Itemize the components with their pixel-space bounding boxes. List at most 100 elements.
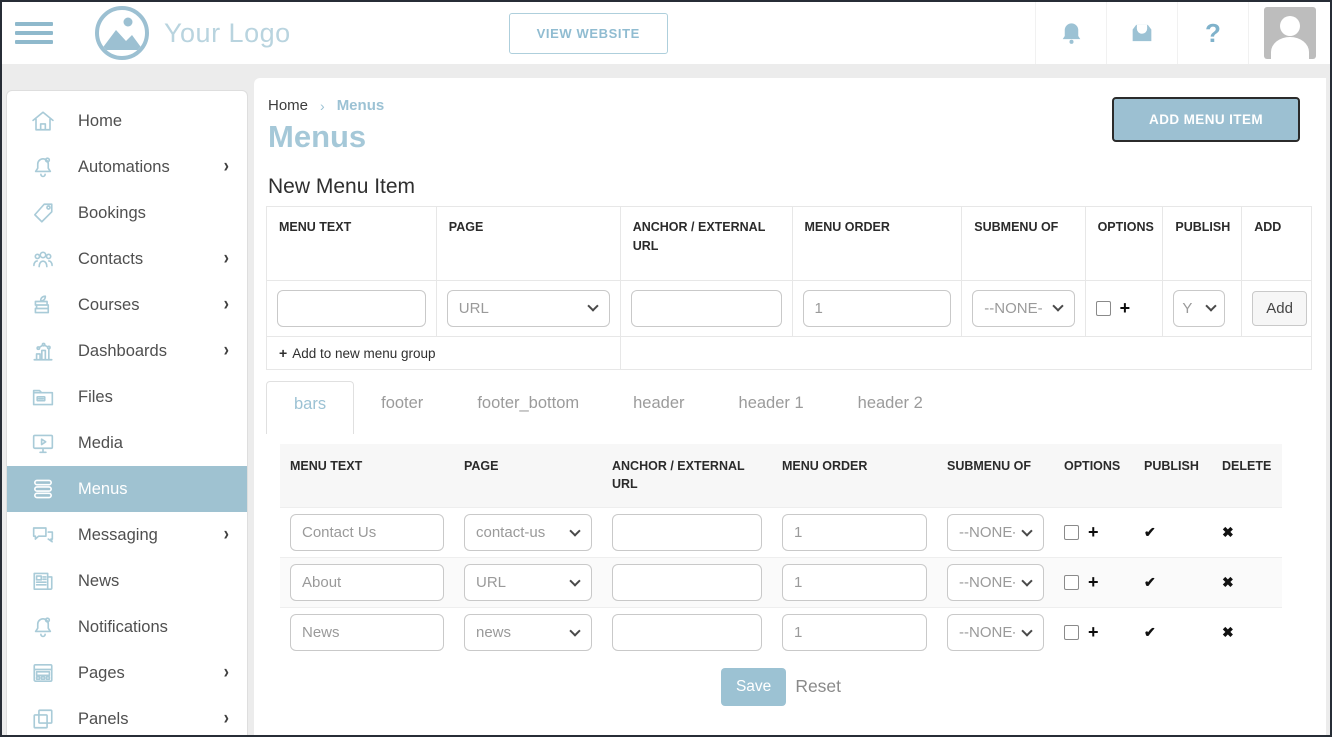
page-select[interactable]: URL <box>447 290 610 327</box>
anchor-url-input[interactable] <box>612 564 762 601</box>
notifications-bell-icon[interactable] <box>1035 2 1106 64</box>
sidebar-item-news[interactable]: News <box>7 558 247 604</box>
sidebar-item-bookings[interactable]: Bookings <box>7 190 247 236</box>
menu-order-input[interactable] <box>803 290 952 327</box>
tab-header[interactable]: header <box>606 381 711 426</box>
sidebar-item-label: Messaging <box>78 526 158 545</box>
tab-footer_bottom[interactable]: footer_bottom <box>450 381 606 426</box>
menu-group-tabs: barsfooterfooter_bottomheaderheader 1hea… <box>266 381 1312 426</box>
menu-table-header-delete: DELETE <box>1212 444 1282 508</box>
chevron-down-icon <box>1021 575 1032 586</box>
sidebar-item-automations[interactable]: Automations› <box>7 144 247 190</box>
submenu-of-select[interactable]: --NONE- <box>947 614 1044 651</box>
menu-table-wrap: MENU TEXTPAGEANCHOR / EXTERNAL URLMENU O… <box>280 444 1288 658</box>
plus-icon: + <box>279 345 287 361</box>
inbox-icon[interactable] <box>1106 2 1177 64</box>
options-checkbox[interactable] <box>1064 575 1079 590</box>
save-button[interactable]: Save <box>721 668 786 706</box>
submenu-of-select[interactable]: --NONE- <box>947 564 1044 601</box>
page-select[interactable]: news <box>464 614 592 651</box>
add-row-button[interactable]: Add <box>1252 291 1307 326</box>
options-add-icon[interactable]: + <box>1088 572 1099 592</box>
anchor-url-input[interactable] <box>612 614 762 651</box>
sidebar-item-dashboards[interactable]: Dashboards› <box>7 328 247 374</box>
new-menu-item-input-row: URL --NONE- + <box>267 280 1312 336</box>
menu-text-input[interactable] <box>290 564 444 601</box>
tab-footer[interactable]: footer <box>354 381 450 426</box>
sidebar-item-courses[interactable]: Courses› <box>7 282 247 328</box>
publish-select[interactable]: Y <box>1173 290 1225 327</box>
sidebar-item-messaging[interactable]: Messaging› <box>7 512 247 558</box>
sidebar-item-contacts[interactable]: Contacts› <box>7 236 247 282</box>
menu-text-input[interactable] <box>290 514 444 551</box>
options-checkbox[interactable] <box>1064 625 1079 640</box>
add-to-new-menu-group-link[interactable]: +Add to new menu group <box>267 336 621 369</box>
chevron-down-icon <box>569 525 580 536</box>
menu-table-header-page: PAGE <box>454 444 602 508</box>
sidebar-item-files[interactable]: Files <box>7 374 247 420</box>
sidebar-item-label: Home <box>78 112 122 131</box>
sidebar-item-label: Pages <box>78 664 125 683</box>
menu-table-header-submenu-of: SUBMENU OF <box>937 444 1054 508</box>
breadcrumb-current[interactable]: Menus <box>337 97 385 114</box>
menu-items-table: MENU TEXTPAGEANCHOR / EXTERNAL URLMENU O… <box>280 444 1282 658</box>
menu-text-input[interactable] <box>277 290 426 327</box>
user-avatar[interactable] <box>1248 2 1330 64</box>
menu-item-row: news --NONE- + ✔ ✖ <box>280 608 1282 658</box>
reset-button[interactable]: Reset <box>795 676 841 697</box>
page-select[interactable]: contact-us <box>464 514 592 551</box>
submenu-of-select[interactable]: --NONE- <box>947 514 1044 551</box>
avatar-placeholder-icon <box>1264 7 1316 59</box>
sidebar-item-home[interactable]: Home <box>7 98 247 144</box>
options-add-icon[interactable]: + <box>1088 622 1099 642</box>
new-menu-item-header-menu-text: MENU TEXT <box>267 207 437 281</box>
menu-text-input[interactable] <box>290 614 444 651</box>
sidebar-item-label: Panels <box>78 710 128 729</box>
options-checkbox[interactable] <box>1096 301 1111 316</box>
menu-order-input[interactable] <box>782 514 927 551</box>
anchor-url-input[interactable] <box>631 290 782 327</box>
anchor-url-input[interactable] <box>612 514 762 551</box>
sidebar-item-pages[interactable]: Pages › <box>7 650 247 696</box>
sidebar-item-menus[interactable]: Menus <box>7 466 247 512</box>
tab-header-1[interactable]: header 1 <box>712 381 831 426</box>
page-select[interactable]: URL <box>464 564 592 601</box>
hamburger-menu-icon[interactable] <box>15 17 53 49</box>
delete-x-icon[interactable]: ✖ <box>1222 624 1234 640</box>
sidebar-item-panels[interactable]: Panels› <box>7 696 247 735</box>
chevron-down-icon <box>569 575 580 586</box>
options-checkbox[interactable] <box>1064 525 1079 540</box>
chevron-right-icon: › <box>224 248 229 270</box>
sidebar-item-notifications[interactable]: Notifications <box>7 604 247 650</box>
chevron-right-icon: › <box>224 662 229 684</box>
delete-x-icon[interactable]: ✖ <box>1222 574 1234 590</box>
new-menu-item-header-options: OPTIONS <box>1085 207 1163 281</box>
sidebar-item-media[interactable]: Media <box>7 420 247 466</box>
home-icon <box>29 107 57 135</box>
new-menu-item-header-add: ADD <box>1242 207 1312 281</box>
menu-order-input[interactable] <box>782 614 927 651</box>
menu-table-header-menu-text: MENU TEXT <box>280 444 454 508</box>
logo[interactable]: Your Logo <box>95 6 291 60</box>
chevron-right-icon: › <box>224 340 229 362</box>
new-menu-item-header-anchor-external-url: ANCHOR / EXTERNAL URL <box>620 207 792 281</box>
panels-icon <box>29 705 57 733</box>
published-check-icon[interactable]: ✔ <box>1144 524 1156 540</box>
help-icon[interactable]: ? <box>1177 2 1248 64</box>
tab-header-2[interactable]: header 2 <box>831 381 950 426</box>
menu-table-header-menu-order: MENU ORDER <box>772 444 937 508</box>
options-add-icon[interactable]: + <box>1120 298 1131 318</box>
options-add-icon[interactable]: + <box>1088 522 1099 542</box>
published-check-icon[interactable]: ✔ <box>1144 624 1156 640</box>
published-check-icon[interactable]: ✔ <box>1144 574 1156 590</box>
tab-bars[interactable]: bars <box>266 381 354 434</box>
chevron-down-icon <box>587 300 598 311</box>
new-menu-item-table: MENU TEXTPAGEANCHOR / EXTERNAL URLMENU O… <box>266 206 1312 370</box>
delete-x-icon[interactable]: ✖ <box>1222 524 1234 540</box>
breadcrumb-home-link[interactable]: Home <box>268 97 308 114</box>
chevron-right-icon: › <box>224 156 229 178</box>
menu-order-input[interactable] <box>782 564 927 601</box>
submenu-of-select[interactable]: --NONE- <box>972 290 1074 327</box>
view-website-button[interactable]: VIEW WEBSITE <box>509 13 668 54</box>
add-menu-item-button[interactable]: ADD MENU ITEM <box>1112 97 1300 142</box>
